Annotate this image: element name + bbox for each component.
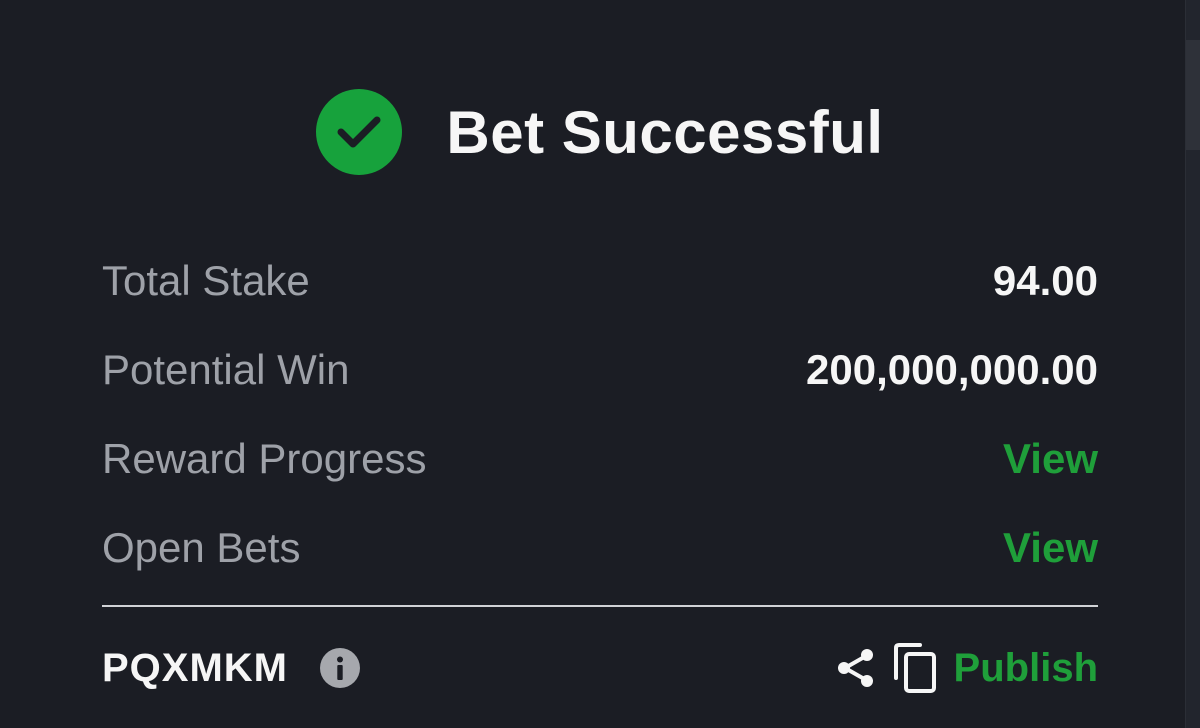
booking-footer: PQXMKM Publish [102, 636, 1098, 700]
booking-code-group: PQXMKM [102, 646, 360, 691]
booking-code: PQXMKM [102, 645, 288, 690]
page-title: Bet Successful [446, 98, 884, 166]
open-bets-view-link[interactable]: View [1003, 524, 1098, 572]
check-circle-icon [316, 89, 403, 175]
bet-confirmation-panel: Bet Successful Total Stake 94.00 Potenti… [0, 0, 1200, 728]
success-header: Bet Successful [0, 88, 1200, 176]
reward-progress-view-link[interactable]: View [1003, 435, 1098, 483]
share-icon[interactable] [834, 646, 878, 690]
potential-win-value: 200,000,000.00 [806, 345, 1098, 393]
potential-win-row: Potential Win 200,000,000.00 [102, 325, 1098, 414]
reward-progress-row: Reward Progress View [102, 414, 1098, 503]
bet-summary: Total Stake 94.00 Potential Win 200,000,… [102, 236, 1098, 592]
potential-win-label: Potential Win [102, 345, 350, 393]
open-bets-label: Open Bets [102, 523, 301, 571]
publish-actions: Publish [834, 642, 1098, 694]
reward-progress-label: Reward Progress [102, 434, 427, 482]
total-stake-label: Total Stake [102, 256, 310, 304]
copy-icon[interactable] [892, 642, 938, 694]
total-stake-row: Total Stake 94.00 [102, 236, 1098, 325]
info-icon[interactable] [320, 648, 360, 688]
open-bets-row: Open Bets View [102, 503, 1098, 592]
divider [102, 605, 1098, 607]
publish-button[interactable]: Publish [954, 646, 1098, 691]
total-stake-value: 94.00 [992, 256, 1098, 304]
